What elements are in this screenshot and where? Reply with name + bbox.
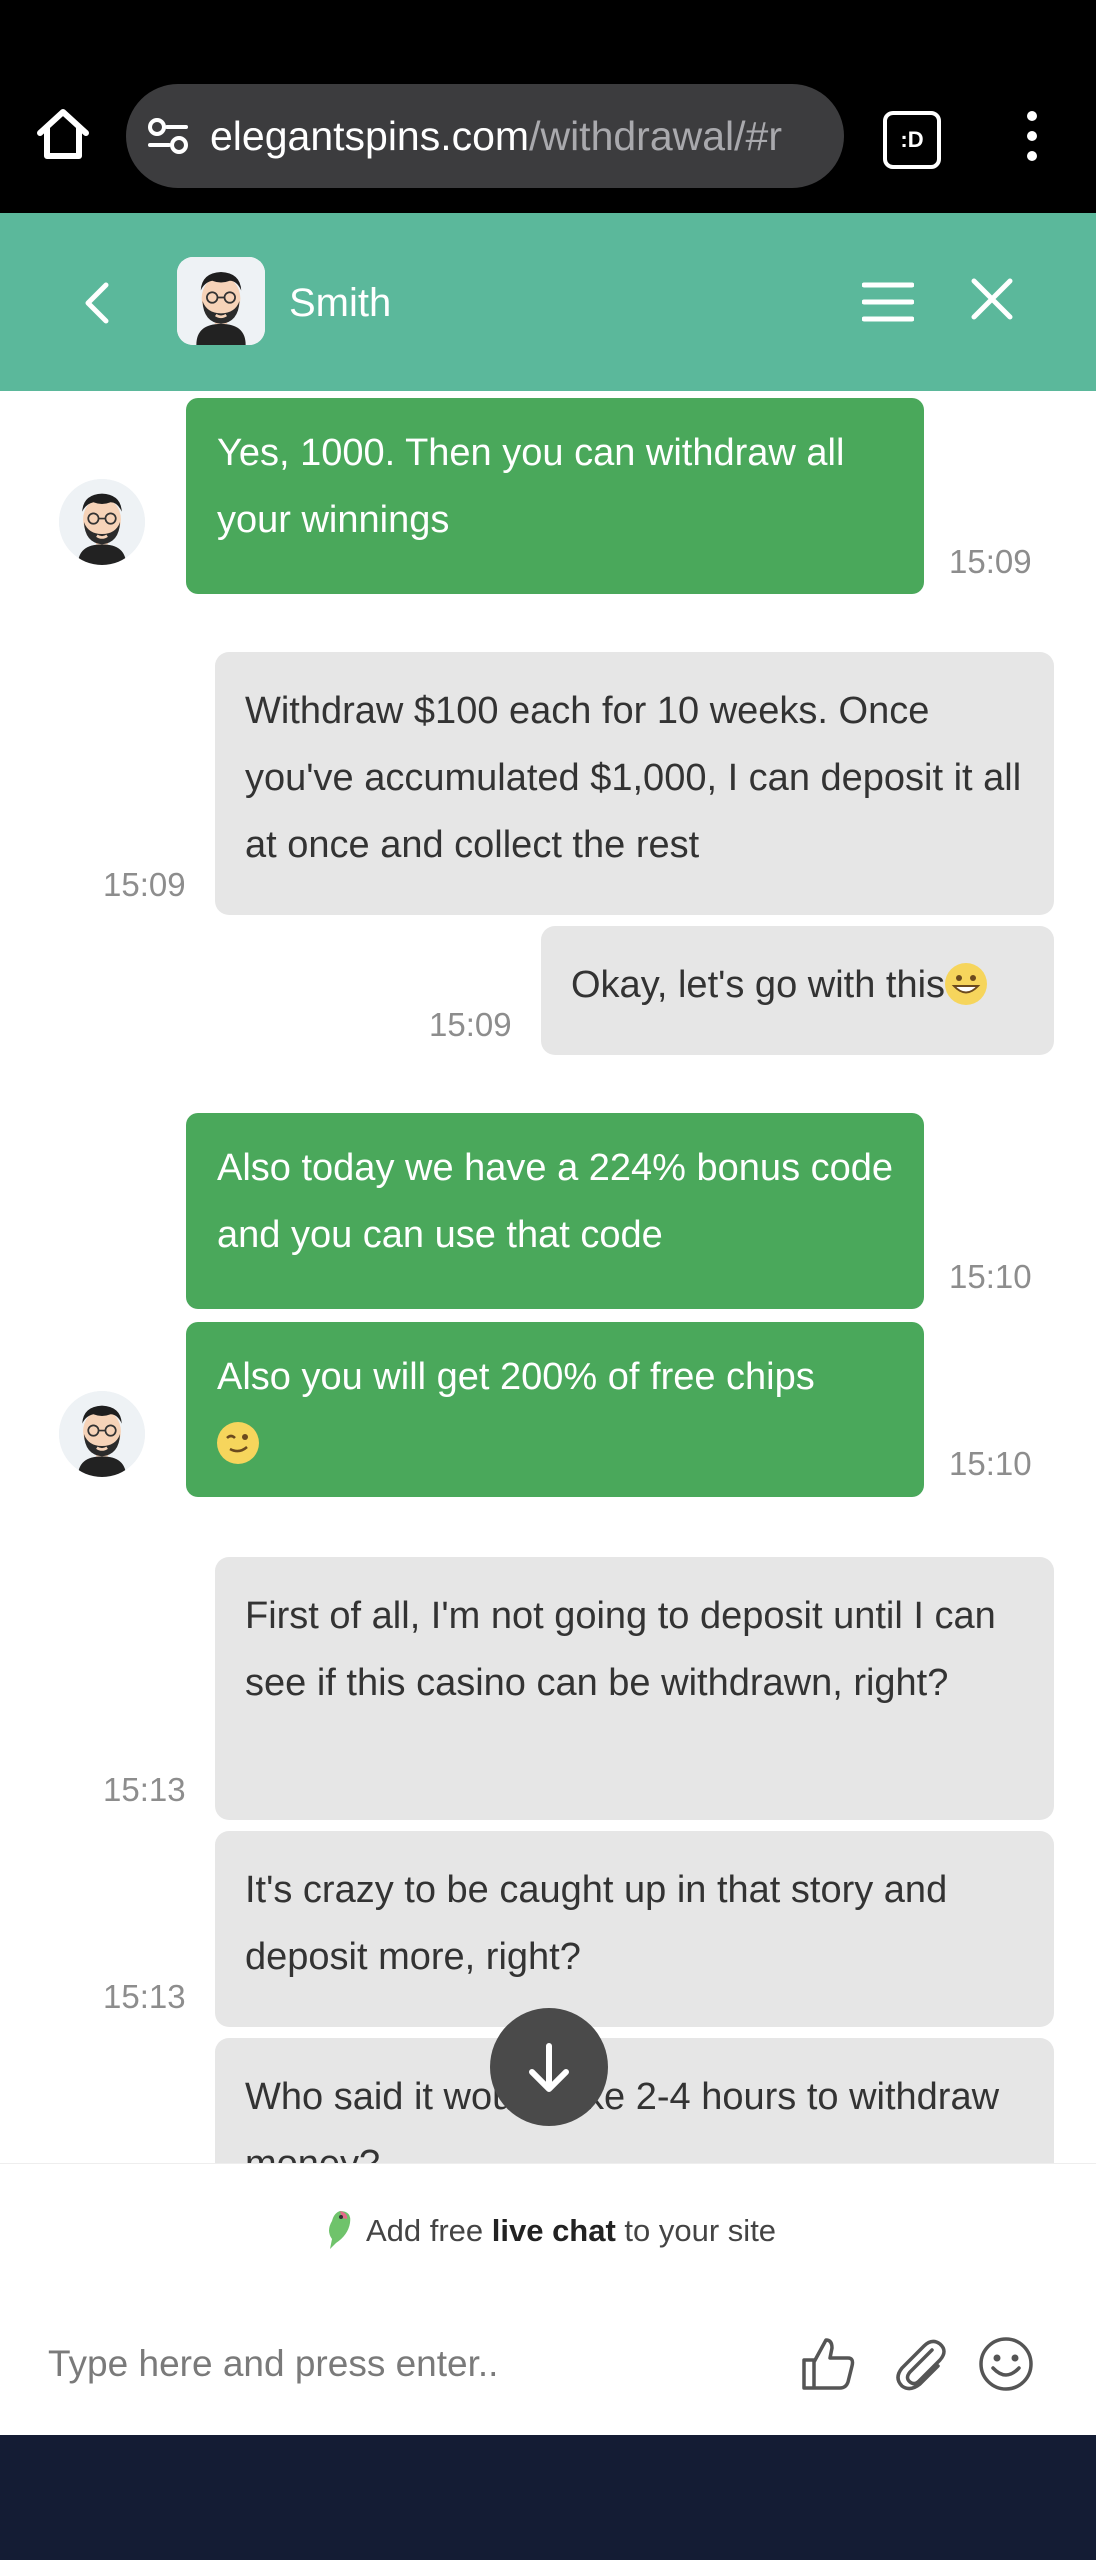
browser-toolbar: elegantspins.com/withdrawal/#r :D	[0, 0, 1096, 213]
agent-avatar	[59, 479, 145, 565]
scroll-down-button[interactable]	[490, 2008, 608, 2126]
page-bottom-area	[0, 2435, 1096, 2560]
agent-name: Smith	[289, 281, 392, 325]
address-bar[interactable]: elegantspins.com/withdrawal/#r	[126, 84, 844, 188]
site-info-icon[interactable]	[146, 114, 190, 158]
agent-message: Also today we have a 224% bonus code and…	[186, 1113, 924, 1309]
user-message: Okay, let's go with this	[541, 926, 1054, 1055]
menu-icon[interactable]	[862, 279, 914, 325]
smiley-icon[interactable]	[976, 2334, 1036, 2394]
agent-avatar	[59, 1391, 145, 1477]
agent-message: Yes, 1000. Then you can withdraw all you…	[186, 398, 924, 594]
winking-face-icon	[217, 1422, 259, 1464]
scroll-down-icon	[529, 2043, 569, 2092]
agent-avatar	[177, 257, 265, 345]
user-message: It's crazy to be caught up in that story…	[215, 1831, 1054, 2027]
message-text: Okay, let's go with this	[571, 964, 946, 1006]
thumbs-up-icon[interactable]	[798, 2334, 858, 2394]
url-text[interactable]: elegantspins.com/withdrawal/#r	[210, 108, 830, 164]
more-icon[interactable]	[1020, 108, 1044, 164]
message-time: 15:09	[429, 1006, 512, 1043]
message-text: It's crazy to be caught up in that story…	[245, 1869, 948, 1978]
message-time: 15:10	[949, 1445, 1032, 1482]
tabs-icon[interactable]: :D	[883, 111, 941, 169]
message-time: 15:09	[949, 543, 1032, 580]
message-text: Withdraw $100 each for 10 weeks. Once yo…	[245, 690, 1022, 866]
message-text: Also today we have a 224% bonus code and…	[217, 1147, 894, 1256]
agent-message: Also you will get 200% of free chips	[186, 1322, 924, 1497]
message-time: 15:13	[103, 1771, 186, 1808]
message-text: Also you will get 200% of free chips	[217, 1356, 815, 1398]
close-icon[interactable]	[968, 275, 1016, 323]
paperclip-icon[interactable]	[890, 2334, 950, 2394]
user-message: First of all, I'm not going to deposit u…	[215, 1557, 1054, 1820]
message-time: 15:10	[949, 1258, 1032, 1295]
message-time: 15:09	[103, 866, 186, 903]
grinning-face-icon	[945, 963, 988, 1005]
message-text: Yes, 1000. Then you can withdraw all you…	[217, 432, 845, 541]
user-message: Withdraw $100 each for 10 weeks. Once yo…	[215, 652, 1054, 915]
chat-widget: Smith Yes, 1000. Then you can withdraw a…	[0, 213, 1096, 2436]
home-icon[interactable]	[34, 105, 92, 163]
parrot-logo-icon	[328, 2211, 351, 2249]
back-icon[interactable]	[72, 277, 124, 329]
chat-header: Smith	[0, 213, 1096, 391]
message-text: First of all, I'm not going to deposit u…	[245, 1595, 996, 1704]
message-time: 15:13	[103, 1978, 186, 2015]
promo-link[interactable]: Add free live chat to your site	[0, 2206, 1096, 2256]
message-input[interactable]	[48, 2324, 748, 2404]
chat-footer: Add free live chat to your site	[0, 2163, 1096, 2436]
